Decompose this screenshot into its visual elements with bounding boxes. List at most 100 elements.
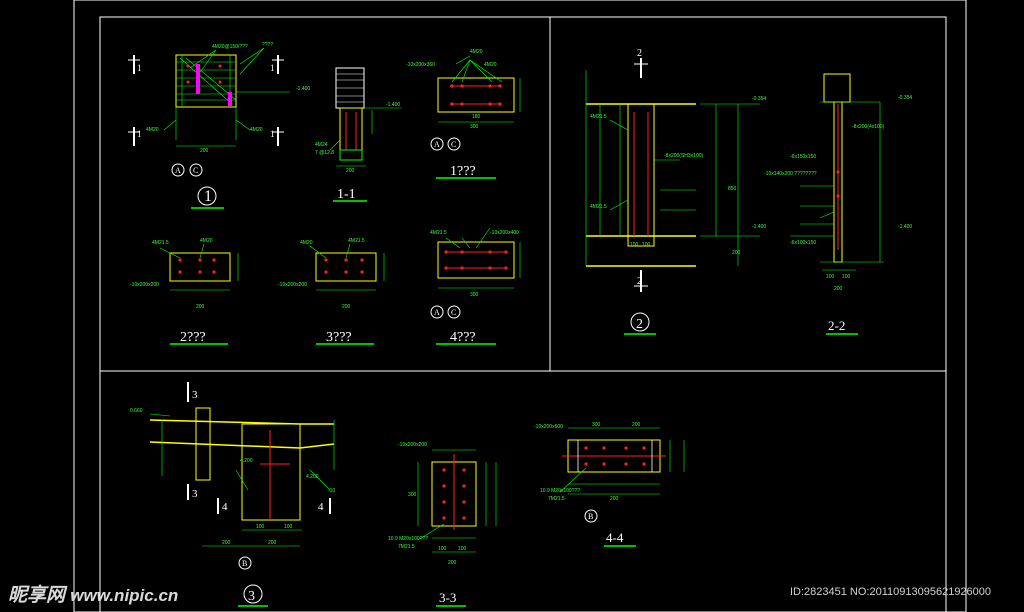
view-2 [159, 243, 239, 345]
axis-marker: C [193, 166, 198, 175]
annotation: 4M21.5 [590, 204, 607, 210]
dimension: 100 [256, 524, 265, 530]
watermark-brand: 昵享网 www.nipic.cn [8, 580, 178, 607]
dimension: 100 [826, 274, 835, 280]
dimension: 200 [346, 168, 355, 174]
dimension: 100 [458, 546, 467, 552]
watermark-id: ID:2823451 NO:20110913095621926000 [790, 586, 992, 598]
axis-marker: C [451, 308, 456, 317]
dimension: 200 [268, 540, 277, 546]
annotation: -1.400 [898, 224, 912, 230]
annotation: -0.354 [898, 95, 912, 101]
section-mark: 1 [270, 129, 275, 139]
dimension: 200 [196, 304, 205, 310]
axis-marker: B [242, 559, 247, 568]
annotation: 4M20 [146, 127, 159, 133]
annotation: -1.400 [296, 86, 310, 92]
annotation: -8x200(4x100) [852, 124, 885, 130]
section-mark: 1 [137, 63, 142, 73]
dimension: 200 [448, 560, 457, 566]
annotation: ???? [262, 42, 273, 48]
dimension: 100 [630, 242, 639, 248]
view-3 [309, 243, 385, 345]
annotation: 4M20@150/??? [212, 44, 248, 50]
dimension: 300 [470, 124, 479, 130]
view-4 [430, 227, 521, 345]
section-1-1 [329, 67, 402, 202]
dimension: 200 [834, 286, 843, 292]
dimension: 300 [408, 492, 417, 498]
annotation: -10x200x360 [406, 62, 435, 68]
dimension: 300 [470, 292, 479, 298]
labels: 1 1 1 1 1 A C 4M20@150/??? ???? 4M20 4M2… [130, 42, 912, 605]
section-mark: 1 [270, 63, 275, 73]
annotation: 4M21.5 [348, 238, 365, 244]
section-mark: 2 [637, 48, 642, 59]
axis-marker: C [451, 140, 456, 149]
annotation: -6x100x150 [790, 240, 816, 246]
section-4-4-title: 4-4 [606, 530, 624, 545]
annotation: -10x200x200 [398, 442, 427, 448]
annotation: 4M20 [300, 240, 313, 246]
section-4-4 [559, 427, 685, 547]
annotation: 4.200 [240, 458, 253, 464]
annotation: -10x200x600 [534, 424, 563, 430]
dimension: 850 [728, 186, 737, 192]
annotation: 7 @12.8 [315, 150, 334, 156]
view-1-title: 1??? [450, 164, 476, 179]
annotation: 4M20 [200, 238, 213, 244]
detail-2-title: 2 [636, 317, 643, 332]
annotation: -1.400 [752, 224, 766, 230]
section-1-1-title: 1-1 [337, 187, 356, 202]
detail-1-title: 1 [204, 188, 212, 205]
annotation: -10x200x200 [278, 282, 307, 288]
section-3-3 [417, 449, 497, 607]
annotation: 7M21.5 [548, 496, 565, 502]
annotation: 10.9 M20x100??? [388, 536, 428, 542]
annotation: 4M20 [250, 127, 263, 133]
annotation: 4M21.5 [152, 240, 169, 246]
dimension: 200 [342, 304, 351, 310]
section-mark: 3 [192, 488, 198, 500]
dimension: 200 [632, 422, 641, 428]
annotation: -10x200x200 [130, 282, 159, 288]
view-3-title: 3??? [326, 330, 352, 345]
dimension: 100 [842, 274, 851, 280]
axis-marker: A [434, 140, 440, 149]
dimension: 200 [610, 496, 619, 502]
detail-2 [585, 58, 760, 335]
watermark-brand-name: 昵享网 [8, 585, 66, 606]
view-4-title: 4??? [450, 330, 476, 345]
section-2-2-title: 2-2 [828, 318, 845, 333]
annotation: 0.660 [130, 408, 143, 414]
annotation: -1.400 [386, 102, 400, 108]
axis-marker: A [434, 308, 440, 317]
annotation: -6x150x150 [790, 154, 816, 160]
section-2-2 [790, 73, 884, 335]
dimension: 200 [222, 540, 231, 546]
annotation: 4M20 [484, 62, 497, 68]
section-mark: 4 [222, 501, 228, 513]
section-mark: 3 [192, 389, 198, 401]
section-mark: 1 [137, 129, 142, 139]
watermark-url: www.nipic.cn [70, 586, 179, 605]
annotation: 10.9 M20x100??? [540, 488, 580, 494]
dimension: 180 [472, 114, 481, 120]
annotation: -10x200x400 [490, 230, 519, 236]
cad-drawing: 1 1 1 1 1 A C 4M20@150/??? ???? 4M20 4M2… [0, 0, 1024, 612]
annotation: 7M21.5 [398, 544, 415, 550]
axis-marker: B [588, 512, 593, 521]
dimension: 200 [200, 148, 209, 154]
section-3-3-title: 3-3 [439, 590, 456, 605]
drawing-svg: 1 1 1 1 1 A C 4M20@150/??? ???? 4M20 4M2… [73, 0, 967, 612]
annotation: -10x140x200 ???????? [764, 171, 817, 177]
detail-3-title: 3 [248, 589, 255, 604]
annotation: 4M21.5 [590, 114, 607, 120]
axis-marker: A [175, 166, 181, 175]
annotation: -8x200(SH3x100) [664, 153, 704, 159]
dimension: 100 [642, 242, 651, 248]
dimension: 200 [732, 250, 741, 256]
inner-frame [99, 16, 947, 612]
annotation: -0.354 [752, 96, 766, 102]
dimension: 100 [284, 524, 293, 530]
